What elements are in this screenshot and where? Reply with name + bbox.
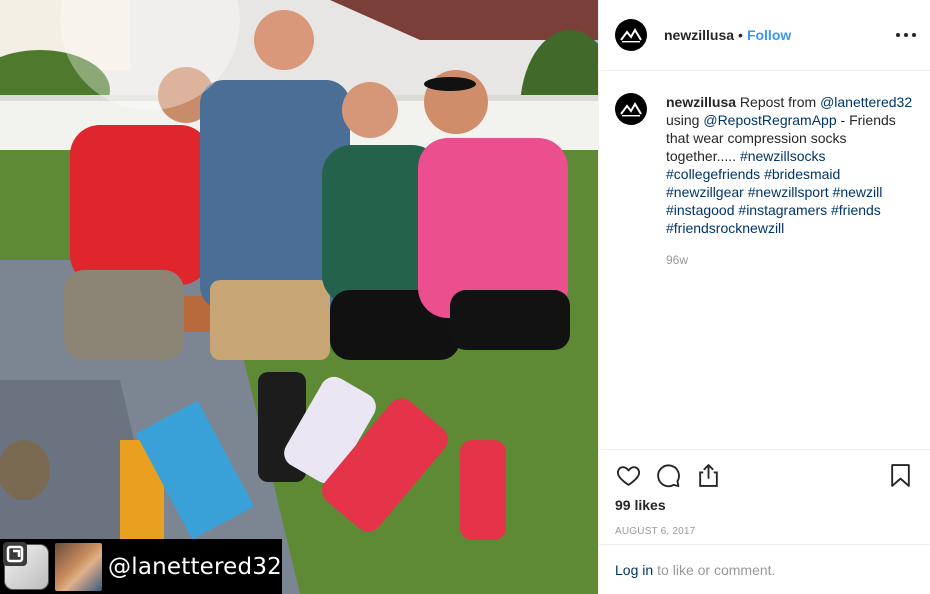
hashtag-link[interactable]: #newzill <box>833 184 883 200</box>
bookmark-icon[interactable] <box>887 462 913 488</box>
hashtag-link[interactable]: #friendsrocknewzill <box>666 220 784 236</box>
newzill-logo-icon <box>620 102 642 117</box>
hashtag-link[interactable]: #collegefriends <box>666 166 760 182</box>
caption-area: newzillusa Repost from @lanettered32 usi… <box>599 71 930 449</box>
hashtag-link[interactable]: #instagood <box>666 202 735 218</box>
login-link[interactable]: Log in <box>615 562 653 578</box>
header-separator-dot: • <box>738 27 743 43</box>
header-username[interactable]: newzillusa <box>664 27 734 43</box>
hashtag-link[interactable]: #friends <box>831 202 881 218</box>
caption-text: newzillusa Repost from @lanettered32 usi… <box>666 93 915 269</box>
repost-handle: @lanettered32 <box>108 553 282 580</box>
caption-mention[interactable]: @RepostRegramApp <box>703 112 836 128</box>
comment-prompt: to like or comment. <box>657 561 776 578</box>
more-dot <box>896 33 900 37</box>
repost-banner: @lanettered32 <box>0 539 282 594</box>
caption-avatar[interactable] <box>615 93 647 125</box>
more-dot <box>904 33 908 37</box>
action-icons <box>615 450 915 500</box>
profile-avatar[interactable] <box>615 19 647 51</box>
post-actions: 99 likes AUGUST 6, 2017 <box>599 449 930 544</box>
hashtag-link[interactable]: #instagramers <box>738 202 827 218</box>
repost-user-avatar <box>55 542 103 591</box>
caption-mention[interactable]: @lanettered32 <box>820 94 912 110</box>
hashtag-link[interactable]: #bridesmaid <box>764 166 840 182</box>
hashtag-link[interactable]: #newzillgear <box>666 184 744 200</box>
hashtag-link[interactable]: #newzillsport <box>748 184 829 200</box>
hashtag-link[interactable]: #newzillsocks <box>740 148 826 164</box>
caption-row: newzillusa Repost from @lanettered32 usi… <box>615 93 915 269</box>
repost-app-icon <box>3 542 50 590</box>
post-photo[interactable]: @lanettered32 <box>0 0 598 594</box>
post-photo-illustration <box>0 0 598 594</box>
newzill-logo-icon <box>620 28 642 43</box>
post-header: newzillusa • Follow <box>599 0 930 71</box>
caption-text-part: Repost from <box>739 94 817 110</box>
caption-username[interactable]: newzillusa <box>666 94 736 110</box>
post-sidebar: newzillusa • Follow newzillusa Repost fr… <box>598 0 930 594</box>
caption-timestamp[interactable]: 96w <box>666 251 915 269</box>
repost-logo-glyph <box>3 542 27 566</box>
more-dot <box>912 33 916 37</box>
comment-bubble-icon[interactable] <box>655 462 681 488</box>
heart-icon[interactable] <box>615 462 641 488</box>
caption-text-part: using <box>666 112 700 128</box>
comment-bar: Log in to like or comment. <box>599 544 930 594</box>
post-date[interactable]: AUGUST 6, 2017 <box>615 526 915 537</box>
follow-button[interactable]: Follow <box>747 27 791 43</box>
more-options-icon[interactable] <box>896 26 916 44</box>
share-icon[interactable] <box>695 462 721 488</box>
